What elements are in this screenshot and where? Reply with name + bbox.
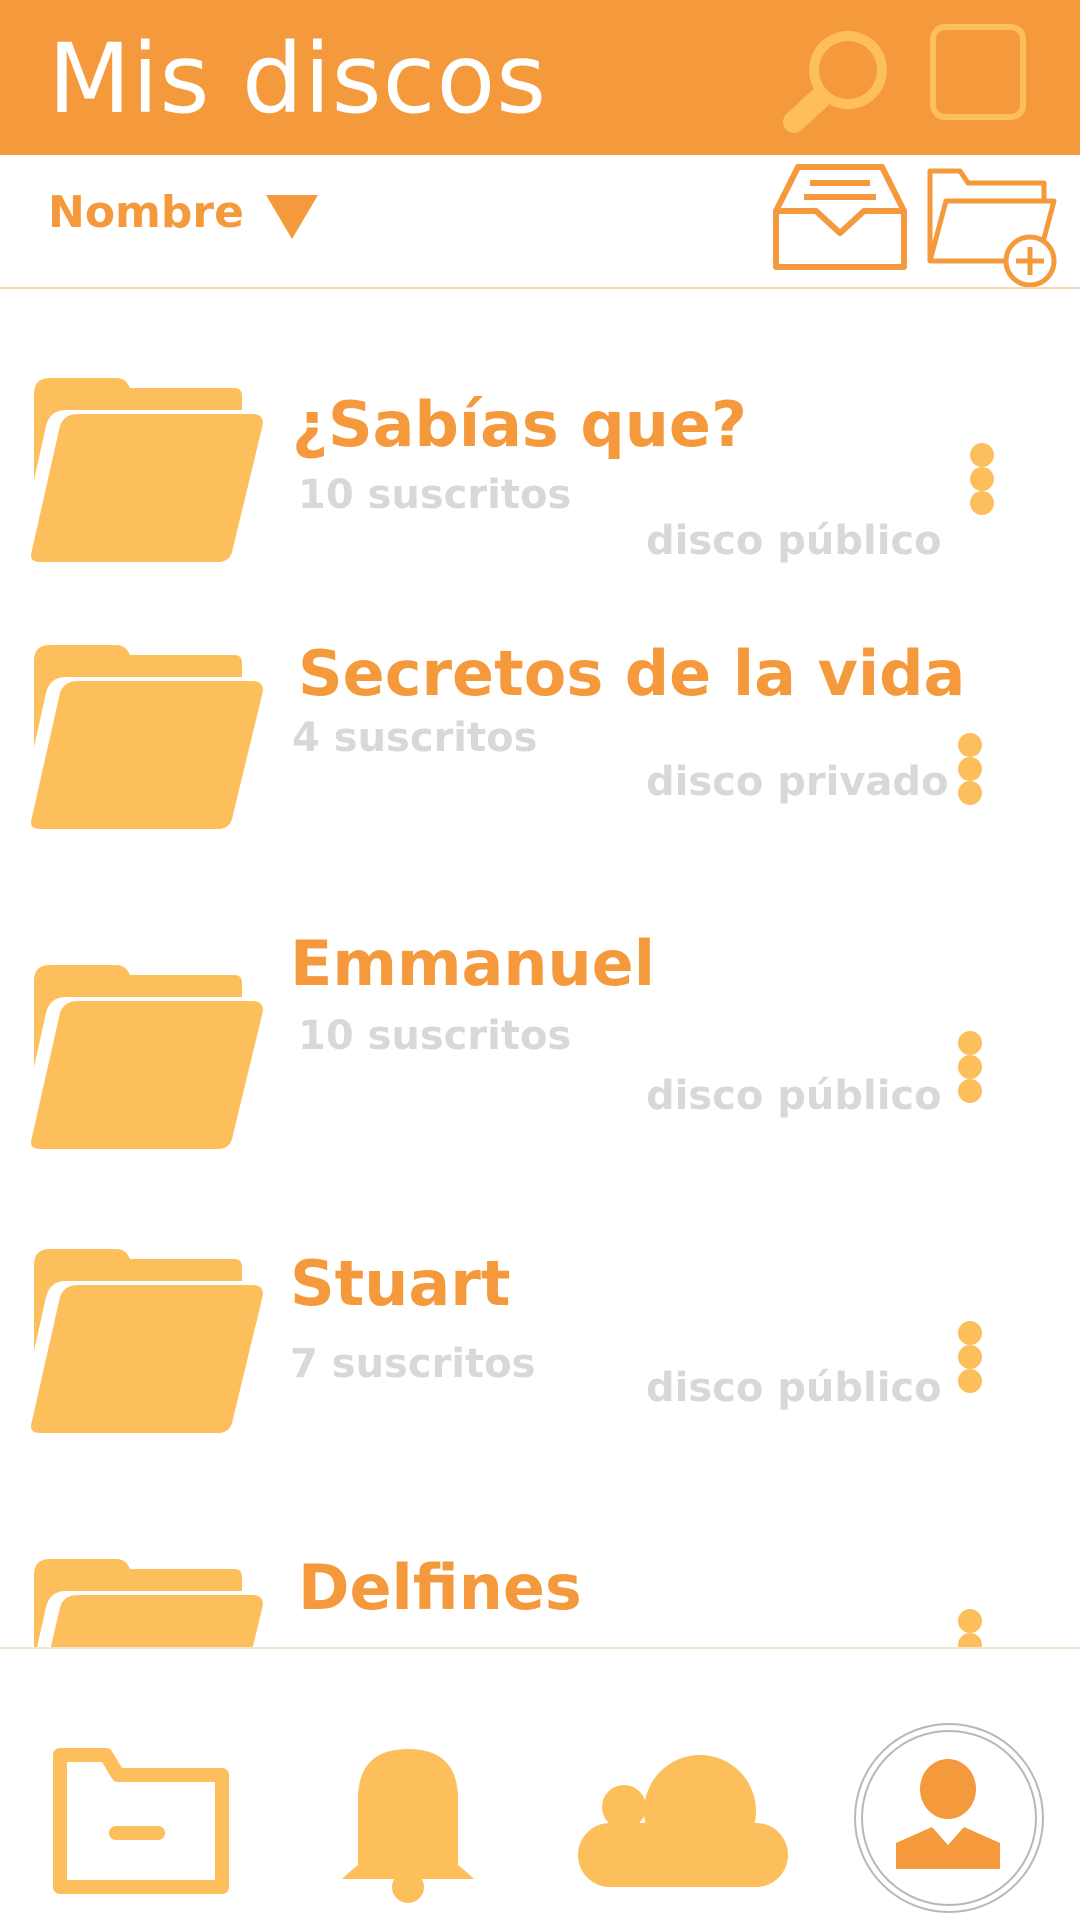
inbox-icon[interactable]: [770, 161, 910, 273]
disc-subscribers: 7 suscritos: [290, 1341, 536, 1387]
triangle-down-icon[interactable]: [264, 191, 320, 241]
disc-name: Secretos de la vida: [298, 637, 966, 710]
folder-icon[interactable]: [52, 1745, 230, 1895]
more-options-icon[interactable]: [970, 443, 998, 519]
sort-label[interactable]: Nombre: [48, 187, 244, 238]
disc-subscribers: 4 suscritos: [292, 715, 538, 761]
disc-name: Emmanuel: [290, 927, 655, 1000]
disc-visibility: disco público: [646, 1365, 942, 1411]
list-item[interactable]: Secretos de la vida 4 suscritos disco pr…: [0, 637, 1080, 897]
disc-subscribers: 10 suscritos: [298, 1013, 572, 1059]
profile-icon[interactable]: [852, 1721, 1046, 1915]
more-options-icon[interactable]: [958, 1031, 986, 1107]
disc-subscribers: 10 suscritos: [298, 472, 572, 518]
list-item[interactable]: Emmanuel 10 suscritos disco público: [0, 927, 1080, 1217]
folder-add-icon[interactable]: [922, 161, 1062, 287]
bottom-nav: [0, 1649, 1080, 1920]
disc-visibility: disco público: [646, 1073, 942, 1119]
folder-icon: [34, 1559, 263, 1647]
disc-name: ¿Sabías que?: [292, 388, 747, 461]
select-all-icon[interactable]: [928, 22, 1028, 122]
more-options-icon[interactable]: [958, 1321, 986, 1397]
list-item[interactable]: Delfines: [0, 1551, 1080, 1647]
disc-name: Delfines: [298, 1551, 582, 1624]
more-options-icon[interactable]: [958, 1609, 986, 1647]
disc-visibility: disco público: [646, 518, 942, 564]
bell-icon[interactable]: [338, 1739, 478, 1905]
folder-icon: [31, 1249, 263, 1433]
search-icon[interactable]: [780, 22, 900, 137]
disc-list: ¿Sabías que? 10 suscritos disco público …: [0, 289, 1080, 1647]
cloud-icon[interactable]: [574, 1753, 790, 1889]
more-options-icon[interactable]: [958, 733, 986, 809]
folder-icon: [31, 645, 263, 829]
list-item[interactable]: Stuart 7 suscritos disco público: [0, 1241, 1080, 1501]
disc-name: Stuart: [290, 1247, 511, 1320]
sort-bar: Nombre: [0, 155, 1080, 289]
disc-visibility: disco privado: [646, 759, 949, 805]
list-item[interactable]: ¿Sabías que? 10 suscritos disco público: [0, 370, 1080, 630]
app-header: Mis discos: [0, 0, 1080, 155]
folder-icon: [31, 378, 263, 562]
page-title: Mis discos: [48, 23, 548, 135]
folder-icon: [31, 965, 263, 1149]
